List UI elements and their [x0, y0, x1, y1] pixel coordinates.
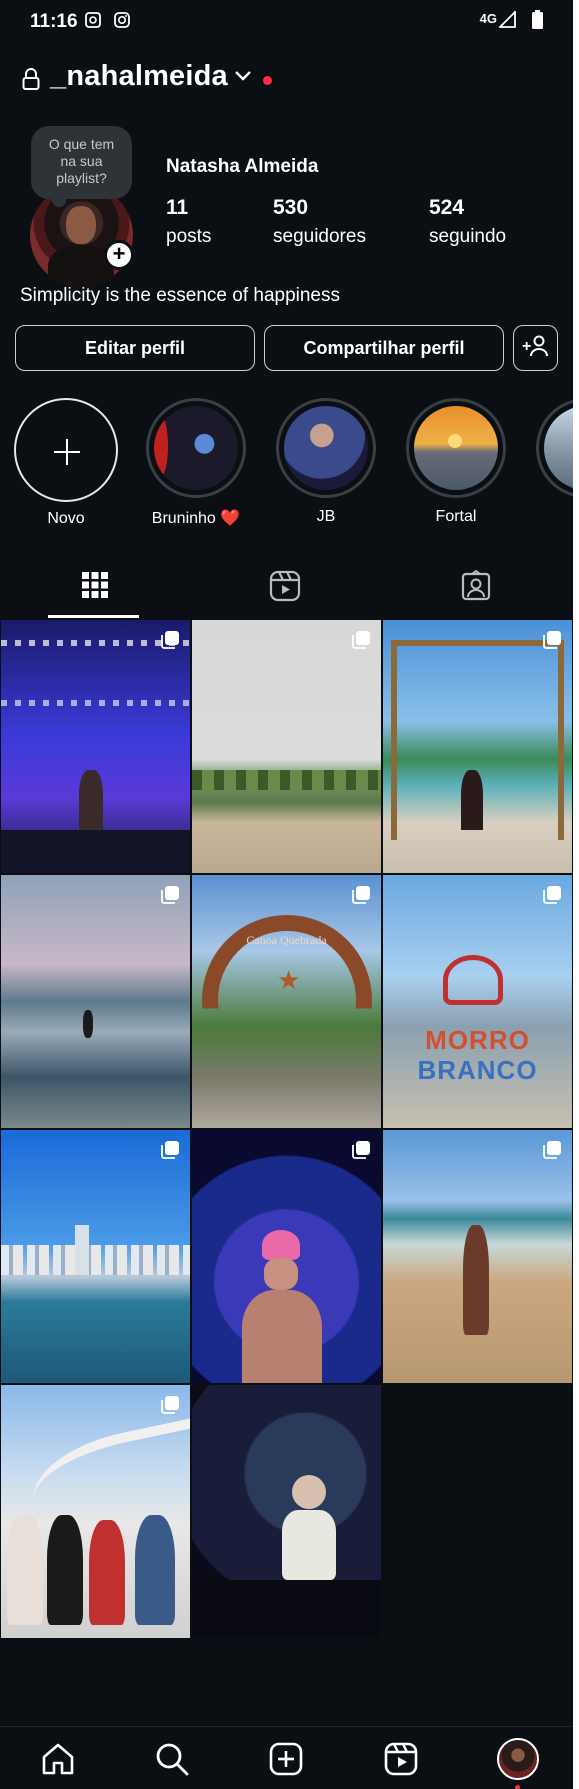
tab-tagged[interactable] — [382, 560, 573, 618]
highlight-label: Novo — [47, 510, 85, 527]
note-line: playlist? — [56, 170, 107, 186]
profile-notification-dot — [515, 1785, 520, 1789]
highlight-label: JB — [316, 508, 336, 525]
posts-label: posts — [166, 226, 212, 247]
bottom-navigation — [0, 1726, 573, 1789]
add-person-icon: + — [522, 335, 548, 357]
tab-reels[interactable] — [191, 560, 382, 618]
followers-label: seguidores — [273, 226, 366, 247]
highlight-partial[interactable] — [534, 398, 573, 498]
arch-sign-text: Canoa Quebrada — [246, 933, 327, 947]
reels-nav-icon[interactable] — [381, 1739, 421, 1779]
instagram-profile-screen: 11:16 4G _nahalmeida + O que tem na sua … — [0, 0, 573, 1789]
reels-icon — [269, 570, 301, 602]
home-icon[interactable] — [38, 1739, 78, 1779]
following-count: 524 — [429, 196, 465, 219]
post-thumbnail[interactable]: MORRO BRANCO — [383, 875, 572, 1128]
post-thumbnail[interactable]: Canoa Quebrada ★ — [192, 875, 381, 1128]
multiple-posts-icon — [161, 886, 179, 904]
following-stat[interactable]: 524 seguindo — [429, 196, 506, 248]
username[interactable]: _nahalmeida — [50, 60, 228, 93]
create-post-icon[interactable] — [266, 1739, 306, 1779]
multiple-posts-icon — [352, 631, 370, 649]
post-thumbnail[interactable] — [1, 1130, 190, 1383]
bio: Simplicity is the essence of happiness — [20, 285, 340, 306]
add-story-icon[interactable]: + — [104, 240, 134, 270]
multiple-posts-icon — [543, 886, 561, 904]
lock-icon — [22, 68, 40, 90]
post-thumbnail[interactable] — [192, 1385, 381, 1638]
notification-app-icon — [85, 12, 101, 28]
tagged-person-icon — [461, 570, 491, 601]
profile-nav-avatar[interactable] — [497, 1738, 539, 1780]
highlight-jb[interactable]: JB — [274, 398, 378, 526]
discover-people-button[interactable]: + — [513, 325, 558, 371]
active-tab-indicator — [48, 615, 139, 618]
multiple-posts-icon — [161, 1396, 179, 1414]
edit-profile-button[interactable]: Editar perfil — [15, 325, 255, 371]
multiple-posts-icon — [543, 631, 561, 649]
new-highlight-button[interactable] — [14, 398, 118, 502]
multiple-posts-icon — [352, 1141, 370, 1159]
multiple-posts-icon — [161, 1141, 179, 1159]
chevron-down-icon[interactable] — [234, 70, 252, 82]
posts-stat[interactable]: 11 posts — [166, 196, 211, 248]
following-label: seguindo — [429, 226, 507, 247]
morro-branco-sign: MORRO BRANCO — [417, 1025, 538, 1085]
highlight-label: Bruninho ❤️ — [151, 510, 241, 527]
post-thumbnail[interactable] — [383, 1130, 572, 1383]
signal-icon — [499, 11, 516, 28]
highlight-bruninho[interactable]: Bruninho ❤️ — [144, 398, 248, 528]
posts-count: 11 — [166, 196, 189, 219]
instagram-notification-icon — [114, 12, 130, 28]
profile-header: _nahalmeida — [0, 56, 573, 106]
post-thumbnail[interactable] — [1, 620, 190, 873]
grid-icon — [82, 572, 108, 598]
multiple-posts-icon — [543, 1141, 561, 1159]
tab-posts-grid[interactable] — [0, 560, 191, 618]
search-icon[interactable] — [152, 1739, 192, 1779]
multiple-posts-icon — [352, 886, 370, 904]
profile-avatar[interactable] — [30, 184, 133, 287]
battery-icon — [532, 10, 543, 29]
post-thumbnail[interactable] — [383, 620, 572, 873]
highlight-new[interactable]: Novo — [14, 398, 118, 528]
followers-count: 530 — [273, 196, 309, 219]
share-profile-button[interactable]: Compartilhar perfil — [264, 325, 504, 371]
post-thumbnail[interactable] — [192, 1130, 381, 1383]
highlight-fortal[interactable]: Fortal — [404, 398, 508, 526]
post-thumbnail[interactable] — [1, 875, 190, 1128]
network-type: 4G — [479, 11, 497, 26]
full-name: Natasha Almeida — [166, 156, 319, 177]
profile-note[interactable]: O que tem na sua playlist? — [31, 126, 132, 199]
highlight-label: Fortal — [435, 508, 477, 525]
note-line: O que tem — [48, 136, 115, 152]
multiple-posts-icon — [161, 631, 179, 649]
status-bar: 11:16 4G — [0, 0, 573, 42]
followers-stat[interactable]: 530 seguidores — [273, 196, 366, 248]
star-icon: ★ — [277, 965, 301, 995]
svg-text:+: + — [522, 338, 531, 355]
post-thumbnail[interactable] — [192, 620, 381, 873]
profile-tabs — [0, 560, 573, 618]
note-line: na sua — [60, 153, 103, 169]
notification-dot — [263, 76, 272, 85]
post-thumbnail[interactable] — [1, 1385, 190, 1638]
status-time: 11:16 — [30, 11, 78, 32]
